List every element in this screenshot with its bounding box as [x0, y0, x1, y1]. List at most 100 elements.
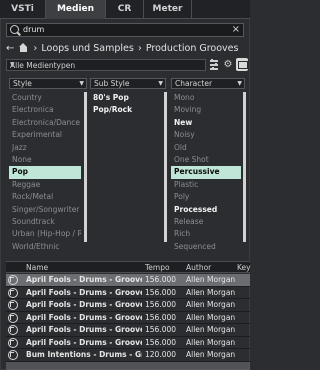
- row-author: Allen Morgan: [186, 325, 236, 334]
- filter-sliders-icon[interactable]: [208, 58, 220, 71]
- sub-style-filter-list: 80's Pop Pop/Rock: [90, 92, 162, 117]
- column-key[interactable]: Key: [237, 263, 251, 272]
- tab-bar: VSTi Medien CR Meter: [0, 0, 250, 19]
- style-item[interactable]: Reggae: [9, 179, 81, 191]
- chevron-right-icon: ›: [137, 42, 142, 54]
- partial-row: [6, 361, 250, 370]
- close-icon[interactable]: ×: [232, 24, 240, 35]
- tab-medien[interactable]: Medien: [46, 0, 106, 19]
- row-name: April Fools - Drums - Groove 05: [26, 300, 142, 309]
- sub-style-filter-header[interactable]: Sub Style ▼: [90, 78, 166, 89]
- character-filter-column: Character ▼ Mono Moving New Noisy Old One…: [171, 78, 247, 256]
- character-item[interactable]: Mono: [171, 92, 241, 104]
- style-item[interactable]: Urban (Hip-Hop / R&: [9, 228, 81, 240]
- table-row[interactable]: April Fools - Drums - Groove 07 156.000 …: [6, 324, 250, 337]
- results-list: April Fools - Drums - Groove 03 156.000 …: [6, 274, 250, 370]
- table-row[interactable]: April Fools - Drums - Groove 05 156.000 …: [6, 299, 250, 312]
- style-item[interactable]: Rock/Metal: [9, 191, 81, 203]
- row-tempo: 156.000: [145, 312, 177, 322]
- column-name[interactable]: Name: [26, 263, 48, 272]
- breadcrumb-loops[interactable]: Loops und Samples: [41, 43, 133, 54]
- row-name: April Fools - Drums - Groove 03: [26, 275, 142, 284]
- tab-vsti[interactable]: VSTi: [0, 0, 46, 19]
- table-row[interactable]: April Fools - Drums - Groove 03 156.000 …: [6, 274, 250, 287]
- character-item[interactable]: Sequenced: [171, 241, 241, 253]
- column-author[interactable]: Author: [186, 263, 211, 272]
- chevron-right-icon: ›: [33, 42, 38, 54]
- row-author: Allen Morgan: [186, 312, 236, 322]
- style-item[interactable]: Country: [9, 92, 81, 104]
- gear-icon[interactable]: ⚙: [222, 58, 234, 71]
- style-item[interactable]: Soundtrack: [9, 216, 81, 228]
- row-tempo: 156.000: [145, 337, 177, 347]
- character-item[interactable]: Moving: [171, 104, 241, 116]
- style-item[interactable]: Jazz: [9, 142, 81, 154]
- table-row[interactable]: April Fools - Drums - Groove 04 156.000 …: [6, 287, 250, 299]
- loop-icon: [8, 312, 18, 323]
- table-row[interactable]: Bum Intentions - Drums - Groove 0 120.00…: [6, 349, 250, 362]
- character-filter-header[interactable]: Character ▼: [171, 78, 245, 89]
- row-author: Allen Morgan: [186, 287, 236, 297]
- style-item-selected[interactable]: Pop: [9, 166, 81, 179]
- row-tempo: 156.000: [145, 325, 177, 334]
- search-icon: [10, 25, 19, 34]
- style-filter-header[interactable]: Style ▼: [9, 78, 87, 89]
- style-item[interactable]: Electronica/Dance: [9, 117, 81, 129]
- row-name: April Fools - Drums - Groove 08: [26, 337, 142, 347]
- row-name: Bum Intentions - Drums - Groove 0: [26, 350, 142, 359]
- loop-icon: [8, 275, 18, 285]
- style-scrollbar[interactable]: [84, 92, 87, 242]
- style-item[interactable]: Electronica: [9, 104, 81, 116]
- row-author: Allen Morgan: [186, 275, 236, 284]
- style-filter-list: Country Electronica Electronica/Dance Ex…: [9, 92, 81, 253]
- loop-icon: [8, 287, 18, 298]
- sub-style-item[interactable]: 80's Pop: [90, 92, 162, 104]
- breadcrumb-grooves[interactable]: Production Grooves: [146, 43, 239, 54]
- row-author: Allen Morgan: [186, 337, 236, 347]
- home-icon[interactable]: [18, 43, 29, 53]
- style-item[interactable]: None: [9, 154, 81, 166]
- loop-icon: [8, 300, 18, 310]
- search-value: drum: [23, 25, 45, 34]
- character-item[interactable]: Rich: [171, 228, 241, 240]
- tab-cr[interactable]: CR: [106, 0, 144, 19]
- back-arrow-icon[interactable]: ←: [6, 43, 14, 54]
- character-item[interactable]: Processed: [171, 204, 241, 216]
- breadcrumb: ← › Loops und Samples › Production Groov…: [6, 41, 246, 55]
- row-name: April Fools - Drums - Groove 04: [26, 287, 142, 297]
- loop-icon: [8, 325, 18, 335]
- character-item[interactable]: Plastic: [171, 179, 241, 191]
- column-tempo[interactable]: Tempo: [145, 263, 170, 272]
- media-type-select[interactable]: Alle Medientypen ▼: [6, 59, 206, 71]
- character-scrollbar[interactable]: [243, 92, 246, 242]
- style-item[interactable]: Singer/Songwriter: [9, 204, 81, 216]
- character-item[interactable]: Old: [171, 142, 241, 154]
- table-row[interactable]: April Fools - Drums - Groove 06 156.000 …: [6, 312, 250, 324]
- character-item[interactable]: New: [171, 117, 241, 129]
- chevron-down-icon: ▼: [10, 61, 15, 68]
- character-item[interactable]: Release: [171, 216, 241, 228]
- row-name: April Fools - Drums - Groove 07: [26, 325, 142, 334]
- loop-icon: [8, 350, 18, 360]
- row-author: Allen Morgan: [186, 300, 236, 309]
- style-item[interactable]: World/Ethnic: [9, 241, 81, 253]
- tab-meter[interactable]: Meter: [144, 0, 192, 19]
- style-item[interactable]: Experimental: [9, 129, 81, 141]
- row-author: Allen Morgan: [186, 350, 236, 359]
- table-row[interactable]: April Fools - Drums - Groove 08 156.000 …: [6, 337, 250, 349]
- row-name: April Fools - Drums - Groove 06: [26, 312, 142, 322]
- character-item[interactable]: Poly: [171, 191, 241, 203]
- row-tempo: 156.000: [145, 287, 177, 297]
- results-header: Name Tempo Author Key: [6, 261, 251, 273]
- layout-view-icon[interactable]: [236, 58, 248, 71]
- sub-style-scrollbar[interactable]: [164, 92, 167, 242]
- sub-style-item[interactable]: Pop/Rock: [90, 104, 162, 116]
- row-tempo: 120.000: [145, 350, 177, 359]
- character-item-selected[interactable]: Percussive: [171, 166, 241, 179]
- character-item[interactable]: One Shot: [171, 154, 241, 166]
- search-input[interactable]: drum ×: [6, 23, 244, 37]
- character-filter-list: Mono Moving New Noisy Old One Shot Percu…: [171, 92, 241, 253]
- style-filter-column: Style ▼ Country Electronica Electronica/D…: [9, 78, 87, 256]
- character-item[interactable]: Noisy: [171, 129, 241, 141]
- loop-icon: [8, 337, 18, 348]
